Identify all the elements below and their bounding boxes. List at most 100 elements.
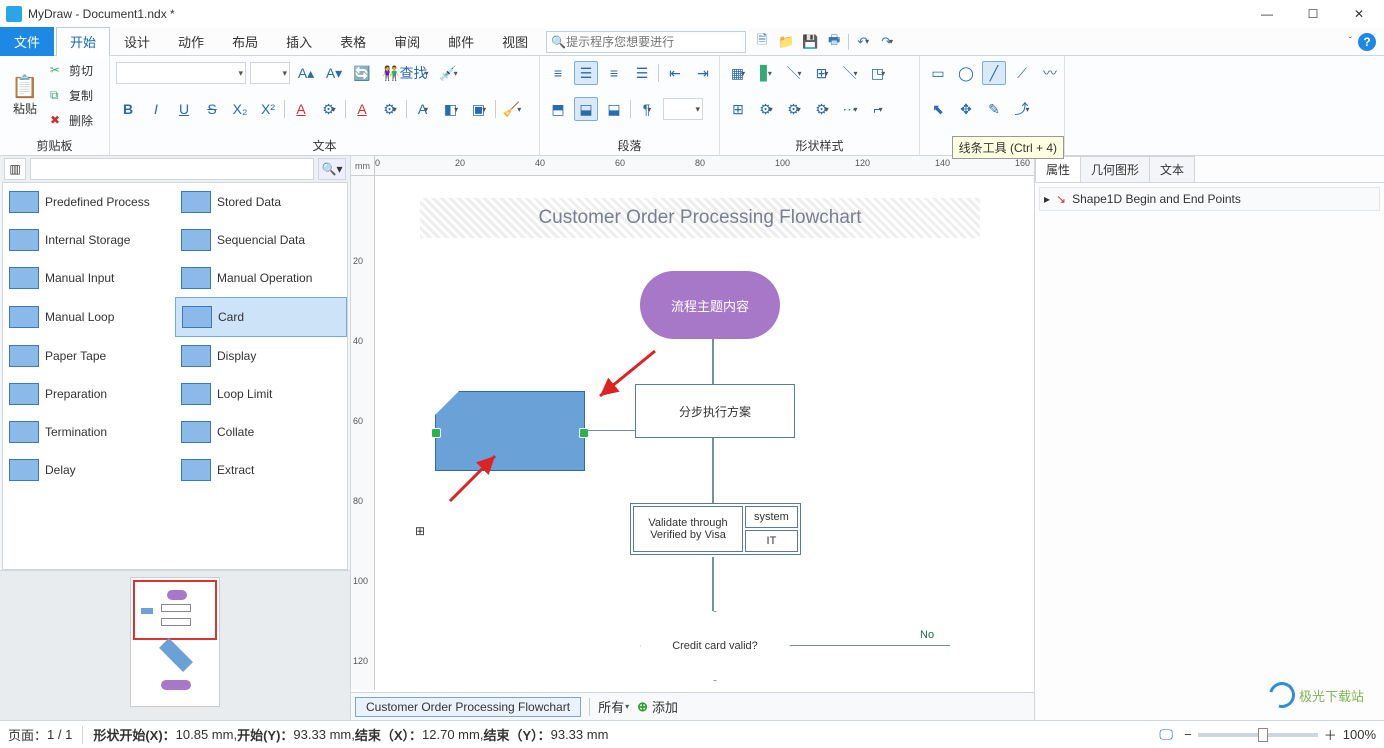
valign-top-icon[interactable]: ⬒	[546, 97, 570, 121]
shape-item-manual-loop[interactable]: Manual Loop	[3, 297, 175, 337]
gear6-icon[interactable]: ⚙▾	[810, 97, 834, 121]
menu-tab-action[interactable]: 动作	[164, 27, 218, 56]
expand-icon[interactable]: ▸	[1044, 192, 1050, 206]
collapse-ribbon-icon[interactable]: ˇ	[1349, 36, 1352, 47]
tab-geometry[interactable]: 几何图形	[1080, 156, 1150, 182]
underline-icon[interactable]: U	[172, 97, 196, 121]
valign-mid-icon[interactable]: ⬓	[574, 97, 598, 121]
undo-icon[interactable]: ↶▾	[853, 32, 873, 52]
start-shape[interactable]: 流程主题内容	[640, 271, 780, 339]
delete-button[interactable]: ✖删除	[48, 108, 95, 132]
shadow-icon[interactable]: ◧▾	[439, 97, 463, 121]
paste-button[interactable]: 📋 粘贴	[6, 58, 44, 132]
fillcolor-icon[interactable]: ▋▾	[754, 61, 778, 85]
close-button[interactable]: ✕	[1336, 0, 1382, 28]
shape-item-sequencial-data[interactable]: Sequencial Data	[175, 221, 347, 259]
new-doc-icon[interactable]: 🗎	[752, 32, 772, 52]
menu-tab-home[interactable]: 开始	[56, 27, 110, 57]
menu-tab-design[interactable]: 设计	[110, 27, 164, 56]
save-icon[interactable]: 💾	[800, 32, 820, 52]
font-style-icon[interactable]: ⚙▾	[317, 97, 341, 121]
view-mode-icon[interactable]: 🖵	[1154, 723, 1178, 747]
flowchart-title[interactable]: Customer Order Processing Flowchart	[420, 198, 980, 238]
valign-bot-icon[interactable]: ⬓	[602, 97, 626, 121]
pages-dropdown[interactable]: 所有	[598, 697, 624, 716]
redo-icon[interactable]: ↷▾	[877, 32, 897, 52]
grow-font-icon[interactable]: A▴	[294, 61, 318, 85]
property-row[interactable]: ▸ ↘ Shape1D Begin and End Points	[1039, 187, 1380, 211]
gear5-icon[interactable]: ⚙▾	[782, 97, 806, 121]
add-page-button[interactable]: ⊕ 添加	[637, 697, 678, 716]
curve-tool-icon[interactable]: 〰	[1038, 61, 1062, 85]
shape-list[interactable]: Predefined ProcessStored DataInternal St…	[2, 182, 348, 570]
italic-icon[interactable]: I	[144, 97, 168, 121]
shrink-font-icon[interactable]: A▾	[322, 61, 346, 85]
copy-button[interactable]: ⧉复制	[48, 83, 95, 107]
eyedropper-icon[interactable]: 💉▾	[436, 61, 460, 85]
shape-item-predefined-process[interactable]: Predefined Process	[3, 183, 175, 221]
shape-item-paper-tape[interactable]: Paper Tape	[3, 337, 175, 375]
superscript-icon[interactable]: X²	[256, 97, 280, 121]
bold-icon[interactable]: B	[116, 97, 140, 121]
stroke-icon[interactable]: ＼▾	[838, 61, 862, 85]
zoom-in-icon[interactable]: ＋	[1324, 725, 1337, 744]
page-thumbnail-1[interactable]	[130, 577, 220, 707]
zoom-slider[interactable]	[1198, 733, 1318, 737]
drawing-canvas[interactable]: Customer Order Processing Flowchart 流程主题…	[375, 176, 1034, 690]
print-icon[interactable]: 🖶	[824, 32, 844, 52]
fontfx-icon[interactable]: A▾	[411, 97, 435, 121]
decision-shape[interactable]: Credit card valid?	[640, 611, 790, 681]
menu-tab-view[interactable]: 视图	[488, 27, 542, 56]
menu-tab-review[interactable]: 审阅	[380, 27, 434, 56]
pointer-tool-icon[interactable]: ⬉	[926, 97, 950, 121]
sheet-tab-1[interactable]: Customer Order Processing Flowchart	[355, 697, 581, 717]
menu-tab-table[interactable]: 表格	[326, 27, 380, 56]
shape-item-collate[interactable]: Collate	[175, 413, 347, 451]
indent-icon[interactable]: ⇥	[691, 61, 715, 85]
gear3-icon[interactable]: ⊞	[726, 97, 750, 121]
geometry-icon[interactable]: ◳▾	[866, 61, 890, 85]
highlight-icon[interactable]: A	[350, 97, 374, 121]
tell-me-search[interactable]: 🔍	[546, 31, 746, 53]
open-icon[interactable]: 📁	[776, 32, 796, 52]
menu-tab-mail[interactable]: 邮件	[434, 27, 488, 56]
tab-properties[interactable]: 属性	[1035, 156, 1081, 182]
align-right-icon[interactable]: ≡	[602, 61, 626, 85]
shape-item-card[interactable]: Card	[175, 297, 347, 337]
gear4-icon[interactable]: ⚙▾	[754, 97, 778, 121]
shape-item-internal-storage[interactable]: Internal Storage	[3, 221, 175, 259]
tab-text[interactable]: 文本	[1149, 156, 1195, 182]
themes-icon[interactable]: ▦▾	[726, 61, 750, 85]
fill-icon[interactable]: ▣▾	[467, 97, 491, 121]
menu-tab-layout[interactable]: 布局	[218, 27, 272, 56]
zoom-value[interactable]: 100%	[1343, 727, 1376, 742]
shape-search-input[interactable]	[30, 158, 314, 180]
align-center-icon[interactable]: ☰	[574, 61, 598, 85]
shape-item-preparation[interactable]: Preparation	[3, 375, 175, 413]
line-tool-icon[interactable]: ╱	[982, 61, 1006, 85]
align-left-icon[interactable]: ≡	[546, 61, 570, 85]
shape-item-loop-limit[interactable]: Loop Limit	[175, 375, 347, 413]
cut-button[interactable]: ✂剪切	[48, 58, 95, 82]
rect-tool-icon[interactable]: ▭	[926, 61, 950, 85]
clear-format-icon[interactable]: 🧹▾	[500, 97, 524, 121]
maximize-button[interactable]: ☐	[1290, 0, 1336, 28]
shape-item-delay[interactable]: Delay	[3, 451, 175, 489]
shape-item-display[interactable]: Display	[175, 337, 347, 375]
tell-me-input[interactable]	[566, 35, 741, 49]
replace-icon[interactable]: 🔄	[350, 61, 374, 85]
strike-icon[interactable]: S	[200, 97, 224, 121]
subscript-icon[interactable]: X₂	[228, 97, 252, 121]
linecolor-icon[interactable]: ＼▾	[782, 61, 806, 85]
file-menu[interactable]: 文件	[0, 27, 54, 56]
find-icon[interactable]: 👫 查找▾	[378, 61, 432, 85]
page-thumbnails[interactable]	[0, 570, 350, 720]
shape-item-manual-input[interactable]: Manual Input	[3, 259, 175, 297]
panel-toggle-icon[interactable]: ▥	[4, 158, 26, 180]
shape-item-manual-operation[interactable]: Manual Operation	[175, 259, 347, 297]
pan-tool-icon[interactable]: ✥	[954, 97, 978, 121]
textbox-icon[interactable]: ⊞	[415, 524, 425, 538]
shape-item-stored-data[interactable]: Stored Data	[175, 183, 347, 221]
minimize-button[interactable]: —	[1244, 0, 1290, 28]
shape-item-termination[interactable]: Termination	[3, 413, 175, 451]
